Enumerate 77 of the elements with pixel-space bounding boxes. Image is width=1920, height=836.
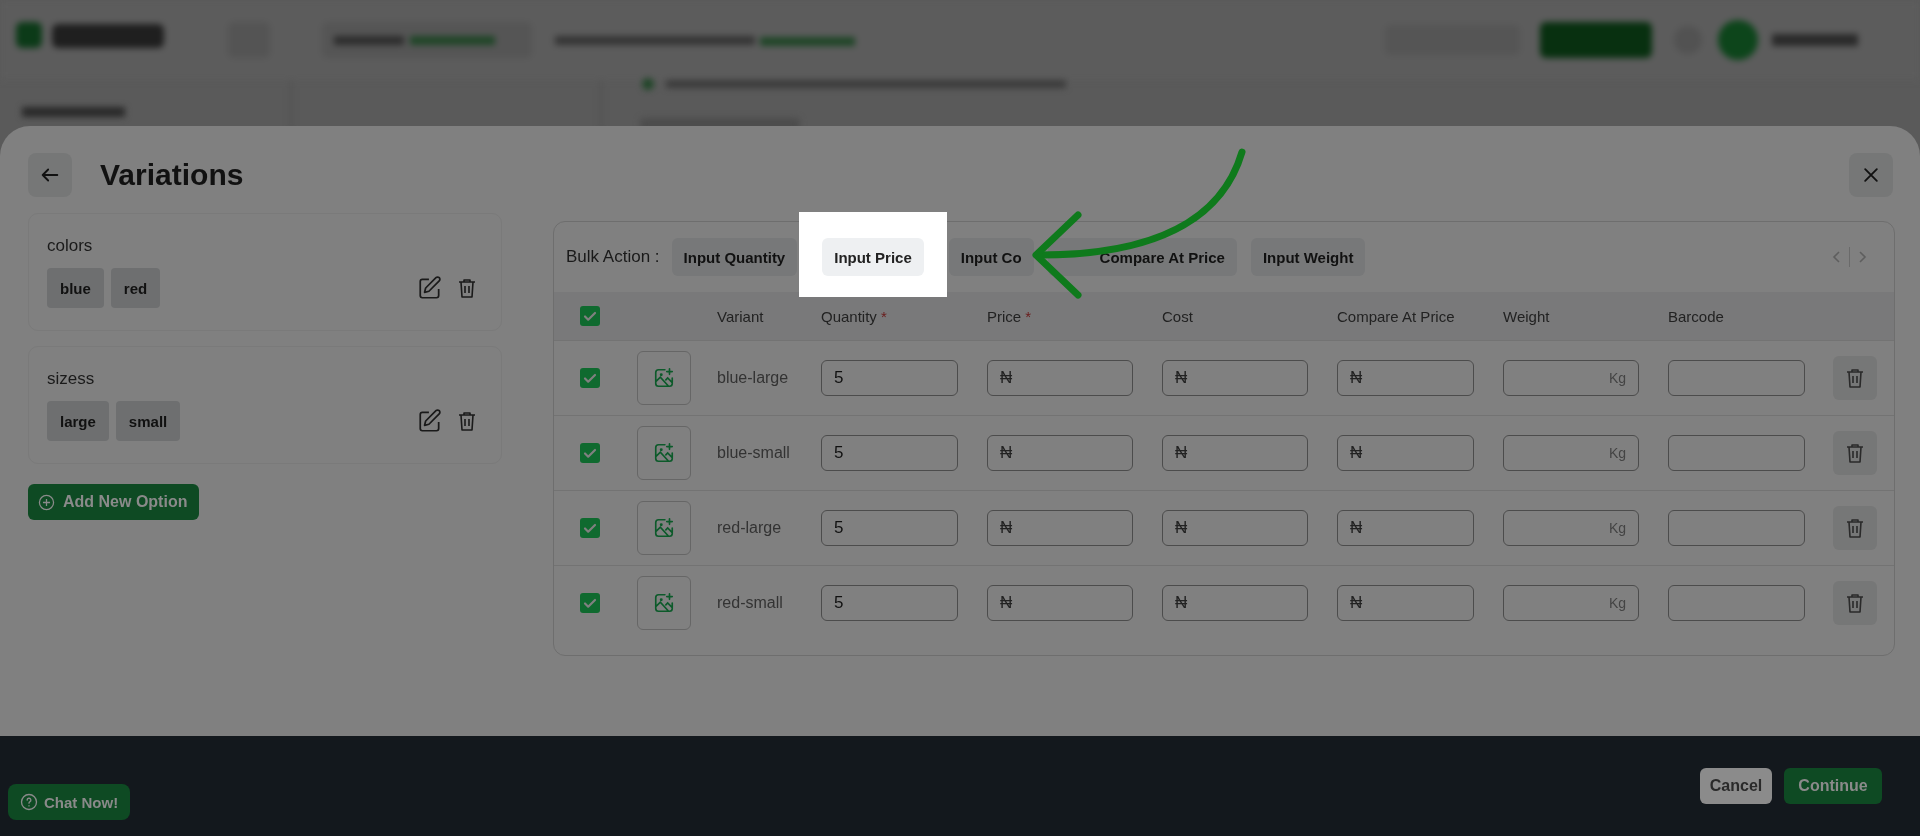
checkbox[interactable] <box>580 518 600 538</box>
checkbox[interactable] <box>580 368 600 388</box>
compare-price-field[interactable]: ₦ <box>1337 585 1474 621</box>
add-image-icon <box>653 517 675 539</box>
column-header: Price * <box>987 307 1032 325</box>
barcode-field[interactable] <box>1668 585 1805 621</box>
modal-title: Variations <box>100 158 245 192</box>
checkbox[interactable] <box>580 306 600 326</box>
weight-field[interactable]: Kg <box>1503 510 1639 546</box>
bulk-action-button[interactable]: Input Quantity <box>671 238 798 276</box>
chat-button[interactable]: Chat Now! <box>8 784 131 820</box>
add-image-icon <box>653 592 675 614</box>
help-icon <box>20 793 38 811</box>
cost-field[interactable]: ₦ <box>1162 360 1308 396</box>
option-value-tag: red <box>110 268 161 308</box>
image-upload-button[interactable] <box>637 426 691 480</box>
option-value-tag: blue <box>47 268 104 308</box>
price-field[interactable]: ₦ <box>987 435 1133 471</box>
image-upload-button[interactable] <box>637 351 691 405</box>
price-field[interactable]: ₦ <box>987 585 1133 621</box>
bulk-action-button[interactable]: Input Price <box>822 238 924 276</box>
option-name: sizess <box>47 369 96 389</box>
barcode-field[interactable] <box>1668 510 1805 546</box>
variant-name: blue-small <box>717 444 790 461</box>
bulk-action-button[interactable]: Input Co <box>948 238 1034 276</box>
variant-name: blue-large <box>717 369 789 386</box>
bulk-action-button[interactable]: Input Weight <box>1250 238 1366 276</box>
continue-button[interactable]: Continue <box>1784 768 1882 804</box>
plus-circle-icon <box>38 493 55 511</box>
price-field[interactable]: ₦ <box>987 360 1133 396</box>
delete-button[interactable] <box>1833 356 1877 400</box>
image-upload-button[interactable] <box>637 576 691 630</box>
bulk-action-label: Bulk Action : <box>566 247 660 267</box>
compare-price-field[interactable]: ₦ <box>1337 510 1474 546</box>
weight-field[interactable]: Kg <box>1503 585 1639 621</box>
add-image-icon <box>653 442 675 464</box>
quantity-field[interactable]: 5 <box>821 585 958 621</box>
checkbox[interactable] <box>580 443 600 463</box>
image-upload-button[interactable] <box>637 501 691 555</box>
variant-name: red-small <box>717 594 783 611</box>
option-value-tag: small <box>115 401 181 441</box>
price-field[interactable]: ₦ <box>987 510 1133 546</box>
compare-price-field[interactable]: ₦ <box>1337 360 1474 396</box>
column-header: Compare At Price <box>1337 307 1455 325</box>
close-button[interactable] <box>1849 153 1893 197</box>
column-header: Barcode <box>1668 307 1724 325</box>
option-name: colors <box>47 236 94 256</box>
close-icon <box>1861 165 1881 185</box>
quantity-field[interactable]: 5 <box>821 360 958 396</box>
quantity-field[interactable]: 5 <box>821 435 958 471</box>
compare-price-field[interactable]: ₦ <box>1337 435 1474 471</box>
cost-field[interactable]: ₦ <box>1162 585 1308 621</box>
weight-field[interactable]: Kg <box>1503 435 1639 471</box>
delete-button[interactable] <box>1833 581 1877 625</box>
cost-field[interactable]: ₦ <box>1162 510 1308 546</box>
weight-field[interactable]: Kg <box>1503 360 1639 396</box>
cancel-button[interactable]: Cancel <box>1700 768 1772 804</box>
column-header: Weight <box>1503 307 1550 325</box>
back-button[interactable] <box>28 153 72 197</box>
barcode-field[interactable] <box>1668 435 1805 471</box>
delete-button[interactable] <box>1833 506 1877 550</box>
barcode-field[interactable] <box>1668 360 1805 396</box>
delete-button[interactable] <box>1833 431 1877 475</box>
cost-field[interactable]: ₦ <box>1162 435 1308 471</box>
edit-icon[interactable] <box>417 408 443 434</box>
column-header: Variant <box>717 307 764 325</box>
column-header: Quantity * <box>821 307 887 325</box>
checkbox[interactable] <box>580 593 600 613</box>
option-value-tag: large <box>47 401 109 441</box>
column-header: Cost <box>1162 307 1193 325</box>
quantity-field[interactable]: 5 <box>821 510 958 546</box>
chevron-left-icon[interactable] <box>1831 249 1843 265</box>
add-image-icon <box>653 367 675 389</box>
edit-icon[interactable] <box>417 275 443 301</box>
add-option-button[interactable]: Add New Option <box>28 484 200 520</box>
variant-name: red-large <box>717 519 782 536</box>
chevron-right-icon[interactable] <box>1856 249 1868 265</box>
